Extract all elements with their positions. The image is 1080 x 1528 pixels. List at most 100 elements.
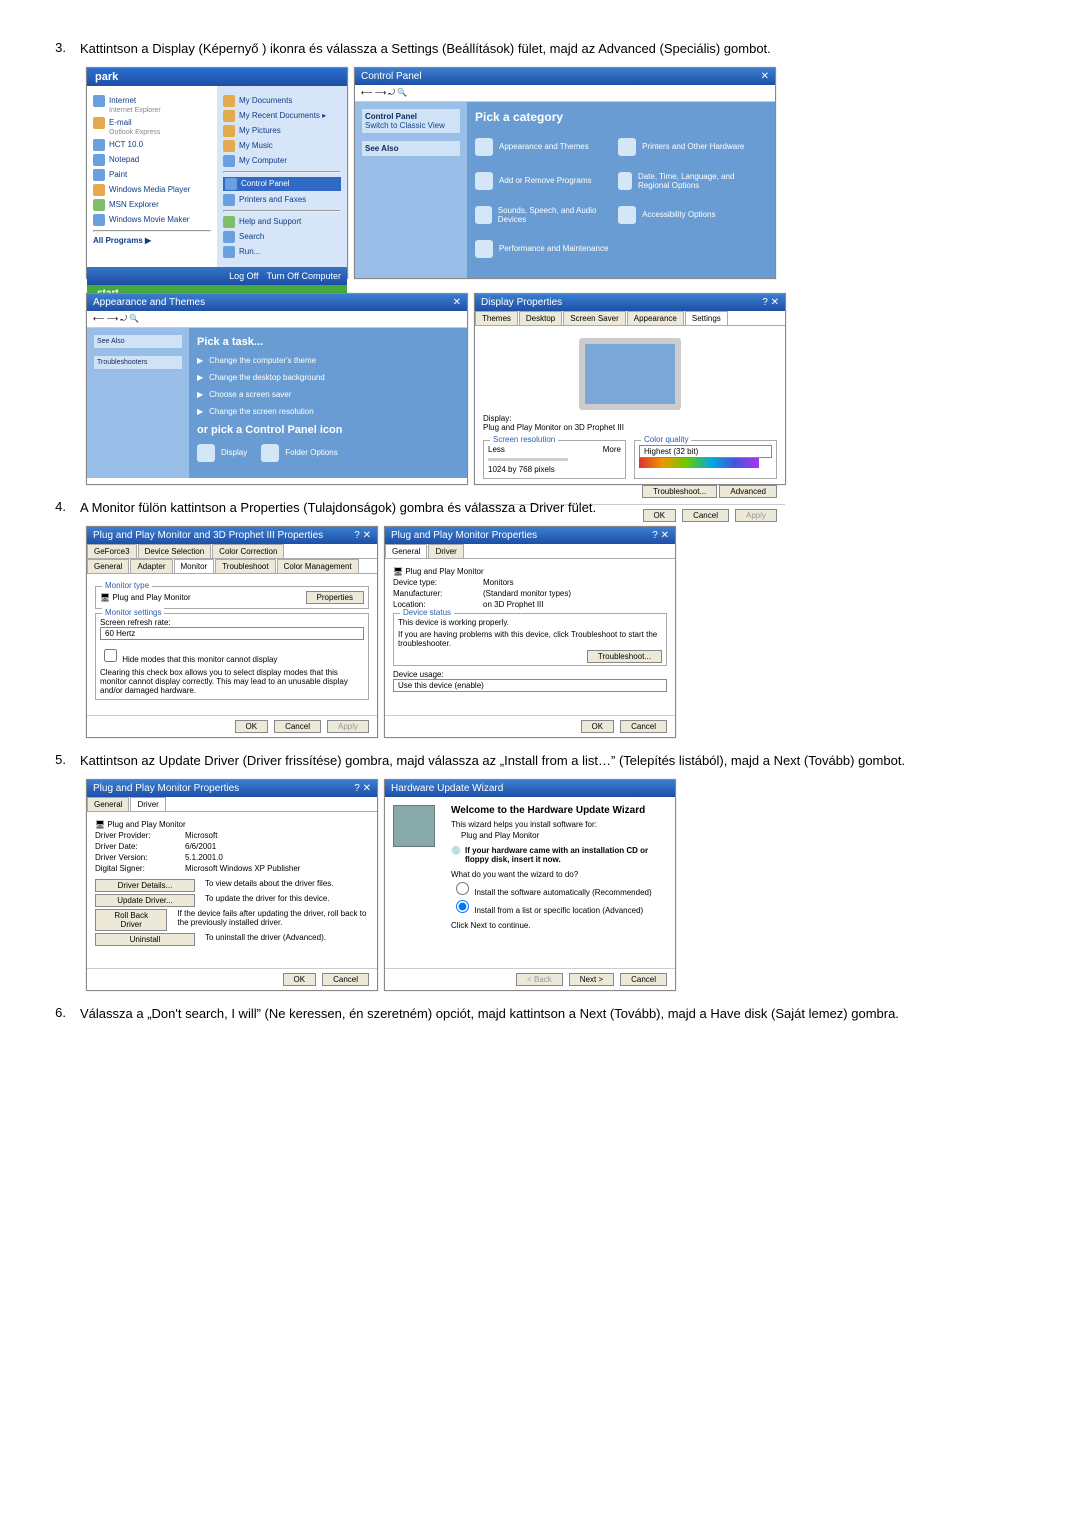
tab-color-correction[interactable]: Color Correction <box>212 544 284 558</box>
device-usage-select[interactable]: Use this device (enable) <box>393 679 667 692</box>
tab-general[interactable]: General <box>87 559 129 573</box>
menu-item[interactable]: Printers and Faxes <box>239 195 306 204</box>
troubleshoot-button[interactable]: Troubleshoot... <box>642 485 717 498</box>
task-link[interactable]: Change the desktop background <box>209 373 325 382</box>
turnoff-button[interactable]: Turn Off Computer <box>266 271 341 281</box>
category-link[interactable]: Printers and Other Hardware <box>642 142 744 151</box>
folderoptions-link[interactable]: Folder Options <box>285 448 337 457</box>
close-icon[interactable]: ? ✕ <box>652 530 669 541</box>
addremove-icon[interactable] <box>475 172 493 190</box>
datetime-icon[interactable] <box>618 172 632 190</box>
accessibility-icon[interactable] <box>618 206 636 224</box>
start-left-col: Internet Internet Explorer E-mail Outloo… <box>87 86 217 267</box>
cancel-button[interactable]: Cancel <box>620 973 667 986</box>
tab-adapter[interactable]: Adapter <box>130 559 172 573</box>
back-button[interactable]: < Back <box>516 973 563 986</box>
tab-settings[interactable]: Settings <box>685 311 728 325</box>
menu-item[interactable]: Run... <box>239 247 260 256</box>
next-button[interactable]: Next > <box>569 973 614 986</box>
menu-item[interactable]: E-mail <box>109 118 132 127</box>
menu-item[interactable]: My Computer <box>239 156 287 165</box>
figure-2: Appearance and Themes✕ ⟵ ⟶ ⤾ 🔍 See Also … <box>86 293 1030 485</box>
printers-icon[interactable] <box>618 138 636 156</box>
tab-screensaver[interactable]: Screen Saver <box>563 311 625 325</box>
ok-button[interactable]: OK <box>235 720 269 733</box>
switch-classic-link[interactable]: Switch to Classic View <box>365 121 445 130</box>
display-icon[interactable] <box>197 444 215 462</box>
apply-button[interactable]: Apply <box>735 509 777 522</box>
performance-icon[interactable] <box>475 240 493 258</box>
tab-general[interactable]: General <box>87 797 129 811</box>
tab-color-management[interactable]: Color Management <box>277 559 359 573</box>
appearance-icon[interactable] <box>475 138 493 156</box>
sounds-icon[interactable] <box>475 206 492 224</box>
ok-button[interactable]: OK <box>643 509 677 522</box>
category-link[interactable]: Add or Remove Programs <box>499 176 591 185</box>
properties-button[interactable]: Properties <box>306 591 364 604</box>
tab-themes[interactable]: Themes <box>475 311 518 325</box>
wizard-option-auto[interactable] <box>456 882 469 895</box>
close-icon[interactable]: ? ✕ <box>354 530 371 541</box>
menu-item[interactable]: Paint <box>109 170 127 179</box>
category-link[interactable]: Accessibility Options <box>642 210 715 219</box>
ok-button[interactable]: OK <box>581 720 615 733</box>
tab-device-selection[interactable]: Device Selection <box>138 544 212 558</box>
refresh-rate-select[interactable]: 60 Hertz <box>100 627 364 640</box>
tab-troubleshoot[interactable]: Troubleshoot <box>215 559 275 573</box>
tab-monitor[interactable]: Monitor <box>174 559 215 573</box>
resolution-value: 1024 by 768 pixels <box>488 465 621 474</box>
ok-button[interactable]: OK <box>283 973 317 986</box>
menu-item[interactable]: Help and Support <box>239 217 301 226</box>
menu-item[interactable]: Windows Media Player <box>109 185 190 194</box>
menu-item[interactable]: Internet <box>109 96 136 105</box>
cancel-button[interactable]: Cancel <box>322 973 369 986</box>
display-link[interactable]: Display <box>221 448 247 457</box>
advanced-button[interactable]: Advanced <box>719 485 777 498</box>
category-link[interactable]: Date, Time, Language, and Regional Optio… <box>638 172 761 190</box>
uninstall-button[interactable]: Uninstall <box>95 933 195 946</box>
cancel-button[interactable]: Cancel <box>620 720 667 733</box>
menu-item[interactable]: Notepad <box>109 155 139 164</box>
apply-button[interactable]: Apply <box>327 720 369 733</box>
driver-details-button[interactable]: Driver Details... <box>95 879 195 892</box>
category-link[interactable]: Performance and Maintenance <box>499 244 608 253</box>
update-driver-button[interactable]: Update Driver... <box>95 894 195 907</box>
tab-appearance[interactable]: Appearance <box>627 311 684 325</box>
menu-item[interactable]: Windows Movie Maker <box>109 215 189 224</box>
category-link[interactable]: Sounds, Speech, and Audio Devices <box>498 206 618 224</box>
color-quality-select[interactable]: Highest (32 bit) <box>639 445 772 458</box>
close-icon[interactable]: ✕ <box>453 297 461 308</box>
wizard-option-list[interactable] <box>456 900 469 913</box>
hide-modes-checkbox[interactable] <box>104 649 117 662</box>
rollback-driver-button[interactable]: Roll Back Driver <box>95 909 167 931</box>
cancel-button[interactable]: Cancel <box>682 509 729 522</box>
cancel-button[interactable]: Cancel <box>274 720 321 733</box>
tab-general[interactable]: General <box>385 544 427 558</box>
tab-geforce3[interactable]: GeForce3 <box>87 544 137 558</box>
task-link[interactable]: Change the computer's theme <box>209 356 316 365</box>
all-programs[interactable]: All Programs ▶ <box>93 236 151 245</box>
start-user: park <box>87 68 347 86</box>
tab-driver[interactable]: Driver <box>428 544 463 558</box>
xp-start-menu: park Internet Internet Explorer E-mail O… <box>86 67 348 279</box>
menu-item[interactable]: MSN Explorer <box>109 200 159 209</box>
tab-desktop[interactable]: Desktop <box>519 311 562 325</box>
menu-item[interactable]: My Documents <box>239 96 292 105</box>
menu-item[interactable]: My Music <box>239 141 273 150</box>
tab-driver[interactable]: Driver <box>130 797 165 811</box>
menu-item[interactable]: My Pictures <box>239 126 281 135</box>
menu-item[interactable]: My Recent Documents ▸ <box>239 111 326 120</box>
close-icon[interactable]: ✕ <box>761 71 769 82</box>
logoff-button[interactable]: Log Off <box>229 271 258 281</box>
menu-item[interactable]: Search <box>239 232 264 241</box>
category-link[interactable]: Appearance and Themes <box>499 142 589 151</box>
task-link[interactable]: Change the screen resolution <box>209 407 314 416</box>
close-icon[interactable]: ? ✕ <box>762 297 779 308</box>
folderoptions-icon[interactable] <box>261 444 279 462</box>
task-link[interactable]: Choose a screen saver <box>209 390 291 399</box>
resolution-slider[interactable] <box>488 458 568 461</box>
control-panel-item[interactable]: Control Panel <box>241 179 289 188</box>
close-icon[interactable]: ? ✕ <box>354 783 371 794</box>
menu-item[interactable]: HCT 10.0 <box>109 140 143 149</box>
troubleshoot-button[interactable]: Troubleshoot... <box>587 650 662 663</box>
